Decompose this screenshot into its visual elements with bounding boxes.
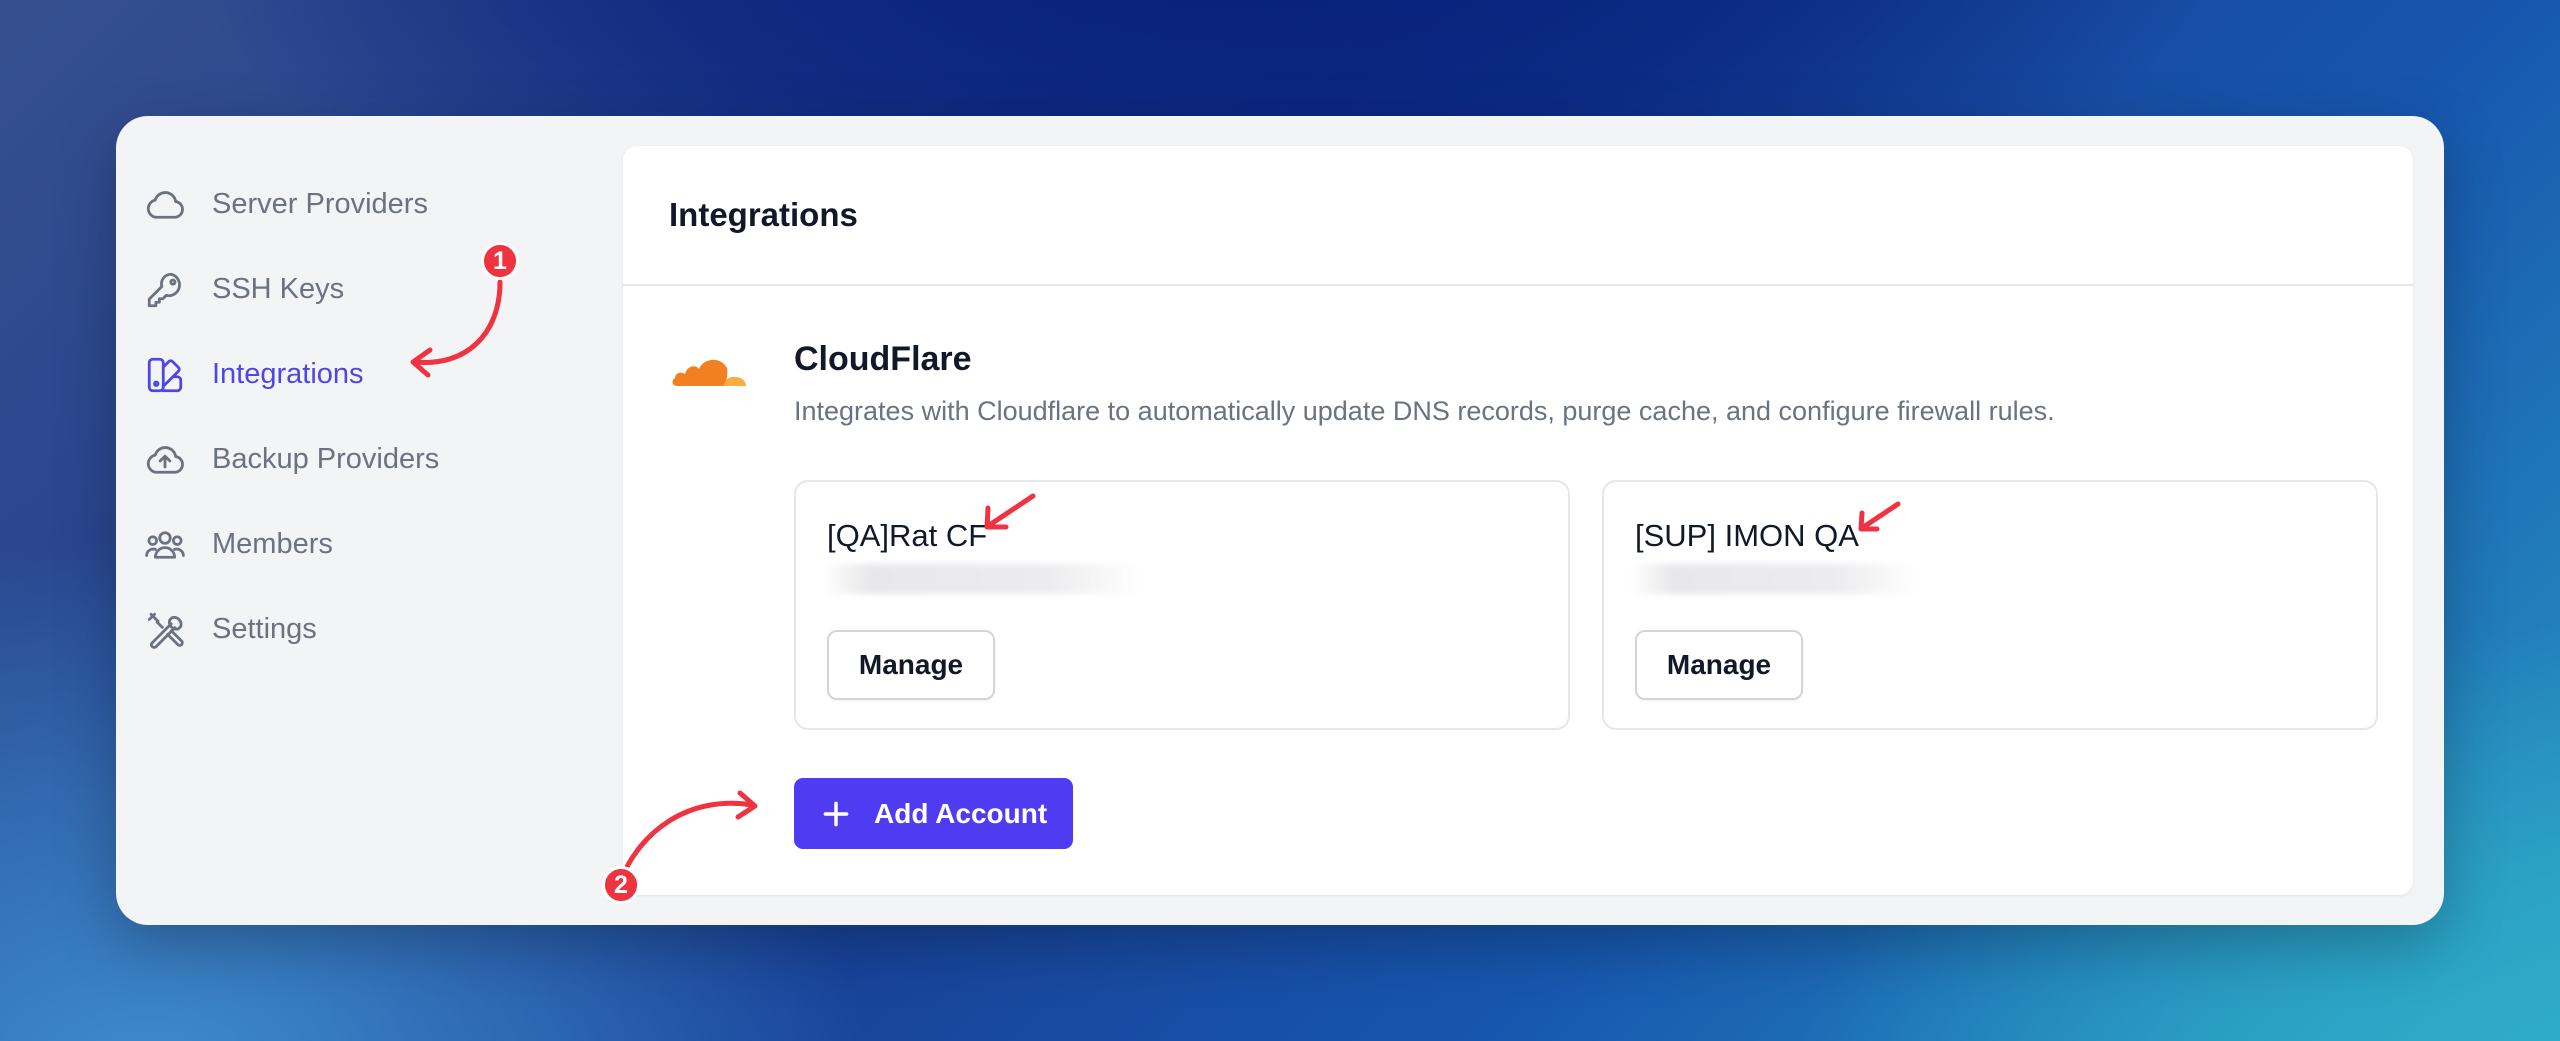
sidebar-item-members[interactable]: Members <box>144 502 564 587</box>
sidebar-item-integrations[interactable]: Integrations <box>144 332 564 417</box>
page-title: Integrations <box>669 196 858 233</box>
panel-header: Integrations <box>623 146 2413 286</box>
sidebar-item-server-providers[interactable]: Server Providers <box>144 162 564 247</box>
cloud-upload-icon <box>144 439 186 481</box>
account-detail-redacted <box>1630 564 1920 594</box>
account-card: [QA]Rat CF Manage <box>794 480 1570 730</box>
account-name: [QA]Rat CF <box>827 518 988 553</box>
provider-name: CloudFlare <box>794 340 972 378</box>
sidebar-item-label: Server Providers <box>212 188 428 220</box>
sidebar-item-label: Settings <box>212 613 317 645</box>
account-name: [SUP] IMON QA <box>1635 518 1859 553</box>
add-account-label: Add Account <box>874 797 1048 829</box>
cloudflare-logo <box>669 346 749 394</box>
app-window: Server Providers SSH Keys Integrations B… <box>116 116 2444 925</box>
add-account-button[interactable]: Add Account <box>794 778 1073 849</box>
integrations-panel: Integrations CloudFlare Integrates with … <box>623 146 2413 895</box>
sidebar-item-settings[interactable]: Settings <box>144 587 564 672</box>
users-icon <box>144 524 186 566</box>
tools-icon <box>144 609 186 651</box>
annotation-badge-2: 2 <box>602 866 640 904</box>
sidebar: Server Providers SSH Keys Integrations B… <box>144 162 564 672</box>
provider-description: Integrates with Cloudflare to automatica… <box>794 396 2055 426</box>
sidebar-item-label: Members <box>212 528 333 560</box>
sidebar-item-label: Integrations <box>212 358 364 390</box>
cloud-icon <box>144 184 186 226</box>
manage-button[interactable]: Manage <box>827 630 995 700</box>
sidebar-item-label: SSH Keys <box>212 273 345 305</box>
sidebar-item-backup-providers[interactable]: Backup Providers <box>144 417 564 502</box>
account-detail-redacted <box>822 564 1142 594</box>
annotation-badge-1: 1 <box>481 242 519 280</box>
integrations-icon <box>144 354 186 396</box>
manage-button[interactable]: Manage <box>1635 630 1803 700</box>
sidebar-item-label: Backup Providers <box>212 443 440 475</box>
account-card: [SUP] IMON QA Manage <box>1602 480 2378 730</box>
key-icon <box>144 269 186 311</box>
plus-icon <box>820 798 852 830</box>
